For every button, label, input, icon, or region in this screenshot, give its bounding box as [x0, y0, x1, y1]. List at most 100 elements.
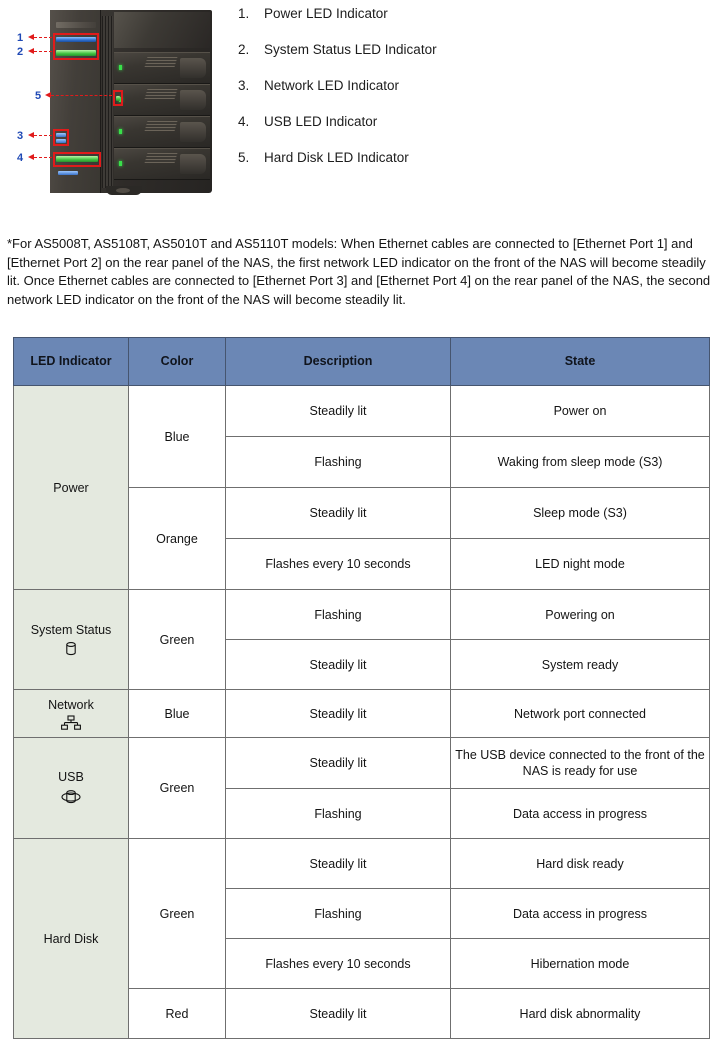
legend-number: 2.: [238, 42, 250, 57]
description-cell: Steadily lit: [225, 385, 451, 437]
list-item: 4. USB LED Indicator: [238, 114, 678, 150]
network-led-indicator-2: [56, 139, 66, 143]
highlight-box-3: [53, 129, 69, 146]
state-cell: Sleep mode (S3): [450, 487, 710, 539]
nas-front-panel-image: 1 2 5 3 4: [14, 4, 224, 204]
description-cell: Flashing: [225, 436, 451, 488]
indicator-cell-usb: USB: [13, 737, 129, 839]
callout-number-1: 1: [17, 32, 24, 44]
tray-grip-icon: [144, 121, 178, 131]
tray-grip-icon: [144, 153, 178, 163]
callout-line-5: [51, 95, 112, 96]
callout-number-4: 4: [17, 152, 24, 164]
highlight-box-1-2: [53, 33, 99, 60]
state-cell: Waking from sleep mode (S3): [450, 436, 710, 488]
tray-handle-icon: [180, 90, 206, 110]
state-cell: Hard disk ready: [450, 838, 710, 889]
legend-label: Hard Disk LED Indicator: [264, 150, 409, 165]
legend-number: 4.: [238, 114, 250, 129]
drive-bay-4: [114, 148, 210, 180]
usb-led-indicator: [56, 156, 98, 162]
callout-number-3: 3: [17, 130, 24, 142]
network-led-indicator: [56, 133, 66, 137]
column-header-description: Description: [225, 337, 451, 386]
indicator-cell-network: Network: [13, 689, 129, 738]
state-cell: System ready: [450, 639, 710, 690]
description-cell: Steadily lit: [225, 689, 451, 738]
footnote-text: *For AS5008T, AS5108T, AS5010T and AS511…: [7, 236, 711, 307]
bay-led-1-icon: [119, 65, 122, 70]
bay-led-3-icon: [119, 129, 122, 134]
legend-number: 5.: [238, 150, 250, 165]
description-cell: Flashing: [225, 788, 451, 839]
description-cell: Steadily lit: [225, 838, 451, 889]
callout-line-3: [34, 135, 52, 136]
table-header-row: LED Indicator Color Description State: [13, 337, 710, 386]
state-cell: LED night mode: [450, 538, 710, 590]
legend-label: Network LED Indicator: [264, 78, 400, 93]
state-cell: Powering on: [450, 589, 710, 640]
state-cell: Network port connected: [450, 689, 710, 738]
color-cell: Blue: [128, 385, 226, 488]
led-indicator-table: LED Indicator Color Description State Po…: [13, 337, 710, 1039]
color-cell: Green: [128, 838, 226, 989]
tray-handle-icon: [180, 122, 206, 142]
description-cell: Flashing: [225, 888, 451, 939]
description-cell: Flashes every 10 seconds: [225, 938, 451, 989]
description-cell: Steadily lit: [225, 988, 451, 1039]
description-cell: Flashing: [225, 589, 451, 640]
color-cell: Green: [128, 737, 226, 839]
description-cell: Steadily lit: [225, 639, 451, 690]
state-cell: Data access in progress: [450, 888, 710, 939]
indicator-label: Power: [53, 480, 89, 495]
callout-line-4: [34, 157, 52, 158]
tray-handle-icon: [180, 154, 206, 174]
state-cell: Hard disk abnormality: [450, 988, 710, 1039]
usb-disk-icon: [61, 790, 81, 804]
state-cell: Data access in progress: [450, 788, 710, 839]
legend-number: 3.: [238, 78, 250, 93]
list-item: 5. Hard Disk LED Indicator: [238, 150, 678, 186]
bay-led-4-icon: [119, 161, 122, 166]
indicator-label: System Status: [30, 622, 112, 637]
color-cell: Orange: [128, 487, 226, 590]
nas-drive-bays: [114, 52, 210, 182]
callout-number-5: 5: [35, 90, 42, 102]
color-cell: Blue: [128, 689, 226, 738]
indicator-cell-system-status: System Status: [13, 589, 129, 690]
drive-bay-2: [114, 84, 210, 116]
nas-top-bevel: [114, 12, 210, 48]
indicator-label: Network: [48, 697, 94, 712]
color-cell: Red: [128, 988, 226, 1039]
description-cell: Flashes every 10 seconds: [225, 538, 451, 590]
cylinder-icon: [66, 641, 76, 655]
state-cell: Power on: [450, 385, 710, 437]
power-button-led: [58, 171, 78, 175]
description-cell: Steadily lit: [225, 737, 451, 789]
list-item: 2. System Status LED Indicator: [238, 42, 678, 78]
tray-handle-icon: [180, 58, 206, 78]
legend-label: System Status LED Indicator: [264, 42, 437, 57]
state-cell: The USB device connected to the front of…: [450, 737, 710, 789]
callout-number-2: 2: [17, 46, 24, 58]
table-row: Power Blue Steadily lit Power on: [13, 385, 710, 590]
top-section: 1 2 5 3 4 1. Power LED Indicator 2. Syst…: [0, 0, 720, 215]
description-cell: Steadily lit: [225, 487, 451, 539]
nas-vent-slots: [102, 16, 113, 188]
nas-foot: [106, 186, 142, 195]
indicator-label: USB: [58, 770, 84, 784]
callout-line-1: [34, 37, 52, 38]
legend-number: 1.: [238, 6, 250, 21]
table-row: Hard Disk Green Steadily lit Hard disk r…: [13, 838, 710, 1039]
callout-line-2: [34, 51, 52, 52]
indicator-label: Hard Disk: [43, 931, 99, 946]
drive-bay-3: [114, 116, 210, 148]
column-header-indicator: LED Indicator: [13, 337, 129, 386]
network-icon: [61, 714, 81, 730]
list-item: 1. Power LED Indicator: [238, 6, 678, 42]
column-header-state: State: [450, 337, 710, 386]
asustor-logo: [56, 22, 96, 28]
tray-grip-icon: [144, 57, 178, 67]
table-row: USB Green Steadily lit The USB device co…: [13, 737, 710, 839]
indicator-cell-power: Power: [13, 385, 129, 590]
